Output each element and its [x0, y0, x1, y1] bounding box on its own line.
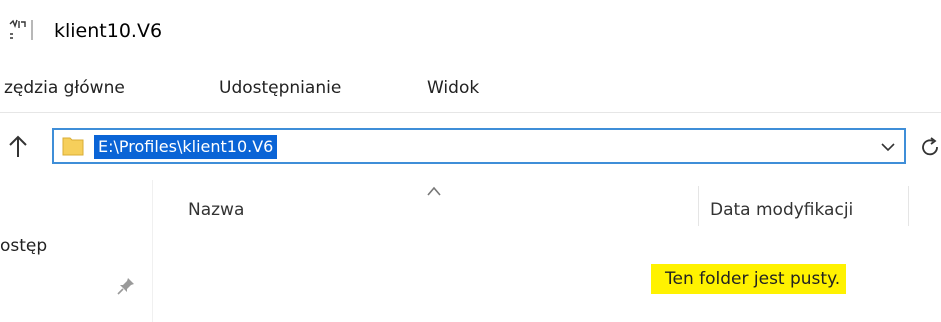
tab-home[interactable]: zędzia główne — [4, 78, 125, 98]
column-divider[interactable] — [698, 186, 699, 226]
tab-view[interactable]: Widok — [427, 78, 479, 98]
sort-up-icon — [425, 182, 443, 196]
column-date-modified[interactable]: Data modyfikacji — [710, 200, 853, 220]
title-bar: klient10.V6 — [0, 0, 941, 60]
pin-icon[interactable] — [116, 276, 136, 296]
navigation-pane: ostęp — [0, 180, 153, 322]
window-title: klient10.V6 — [54, 20, 163, 42]
address-bar[interactable]: E:\Profiles\klient10.V6 — [52, 128, 906, 164]
column-header: Nazwa Data modyfikacji — [153, 180, 941, 240]
ribbon-divider — [0, 112, 941, 113]
folder-window-icon — [8, 18, 38, 42]
nav-item-quick-access[interactable]: ostęp — [0, 236, 47, 256]
column-divider[interactable] — [908, 186, 909, 226]
address-path[interactable]: E:\Profiles\klient10.V6 — [94, 135, 278, 159]
folder-icon — [61, 134, 85, 158]
up-arrow-icon[interactable] — [6, 131, 30, 163]
column-name[interactable]: Nazwa — [188, 200, 244, 220]
tab-share[interactable]: Udostępnianie — [219, 78, 341, 98]
empty-folder-message: Ten folder jest pusty. — [651, 264, 847, 294]
refresh-icon[interactable] — [918, 133, 941, 161]
chevron-down-icon[interactable] — [878, 134, 898, 158]
ribbon-tabs: zędzia główne Udostępnianie Widok — [0, 70, 941, 110]
